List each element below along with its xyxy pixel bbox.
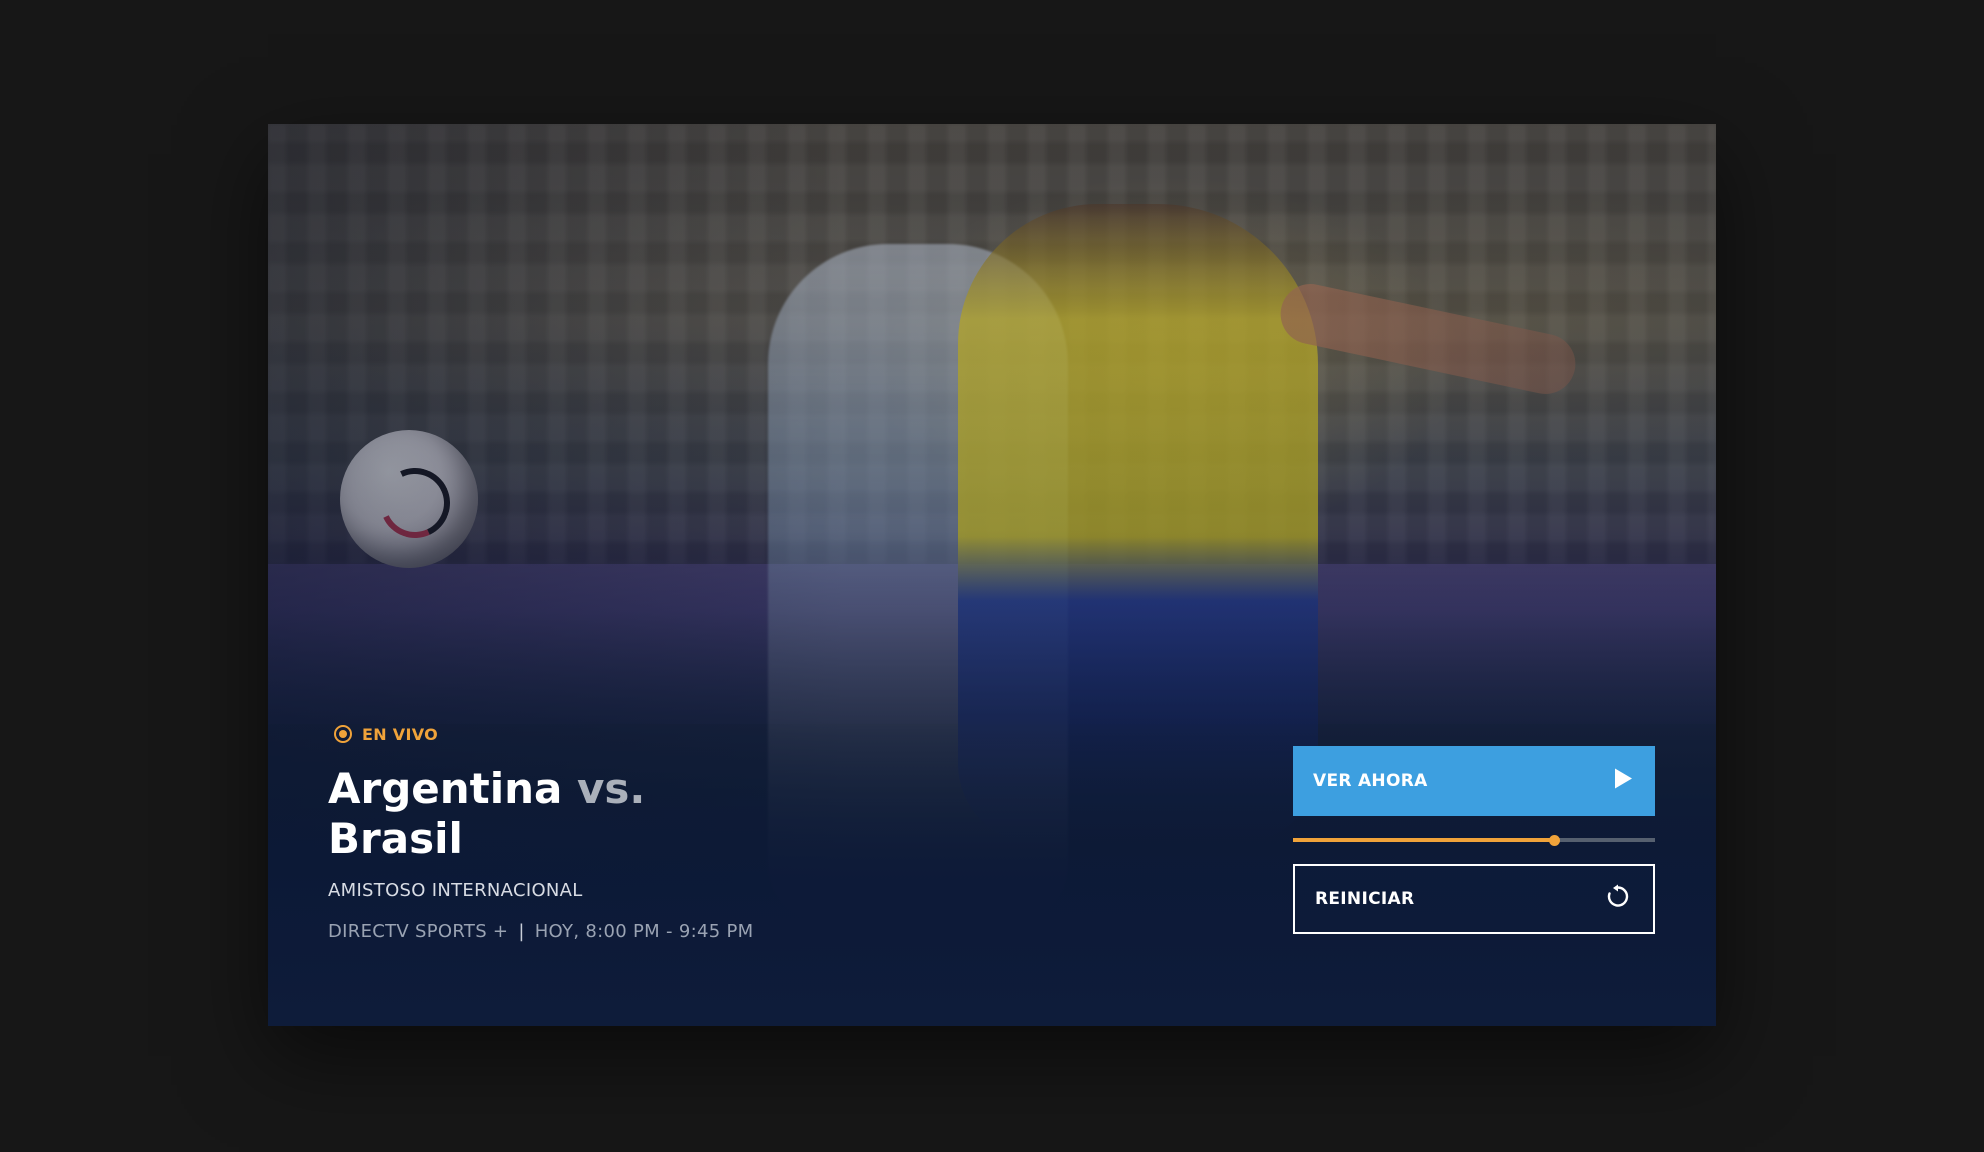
watch-now-button[interactable]: VER AHORA bbox=[1293, 746, 1655, 816]
live-badge: EN VIVO bbox=[328, 720, 1028, 748]
playback-progress-fill bbox=[1293, 838, 1554, 842]
team-home: Argentina bbox=[328, 764, 563, 813]
channel-label: DIRECTV SPORTS + bbox=[328, 921, 509, 942]
live-broadcast-icon bbox=[334, 725, 352, 743]
app-screen: EN VIVO Argentina vs. Brasil AMISTOSO IN… bbox=[0, 0, 1984, 1152]
event-title-line-1: Argentina vs. bbox=[328, 764, 1028, 814]
event-actions: VER AHORA REINICIAR bbox=[1293, 746, 1655, 934]
watch-now-label: VER AHORA bbox=[1313, 771, 1428, 791]
competition-label: AMISTOSO INTERNACIONAL bbox=[328, 880, 583, 901]
restart-icon bbox=[1605, 884, 1631, 915]
schedule-label: HOY, 8:00 PM - 9:45 PM bbox=[534, 921, 754, 942]
live-label: EN VIVO bbox=[362, 724, 439, 744]
meta-separator: | bbox=[518, 921, 525, 942]
featured-event-card: EN VIVO Argentina vs. Brasil AMISTOSO IN… bbox=[268, 124, 1716, 1026]
vs-label: vs. bbox=[577, 764, 646, 813]
restart-label: REINICIAR bbox=[1315, 889, 1415, 909]
playback-progress-bar[interactable] bbox=[1293, 835, 1655, 846]
playback-progress-knob[interactable] bbox=[1548, 835, 1560, 846]
event-meta: DIRECTV SPORTS + | HOY, 8:00 PM - 9:45 P… bbox=[328, 921, 1028, 942]
restart-button[interactable]: REINICIAR bbox=[1293, 864, 1655, 934]
play-icon bbox=[1613, 768, 1633, 795]
event-info: EN VIVO Argentina vs. Brasil AMISTOSO IN… bbox=[328, 720, 1028, 943]
event-title: Argentina vs. Brasil bbox=[328, 764, 1028, 864]
team-away: Brasil bbox=[328, 814, 463, 863]
